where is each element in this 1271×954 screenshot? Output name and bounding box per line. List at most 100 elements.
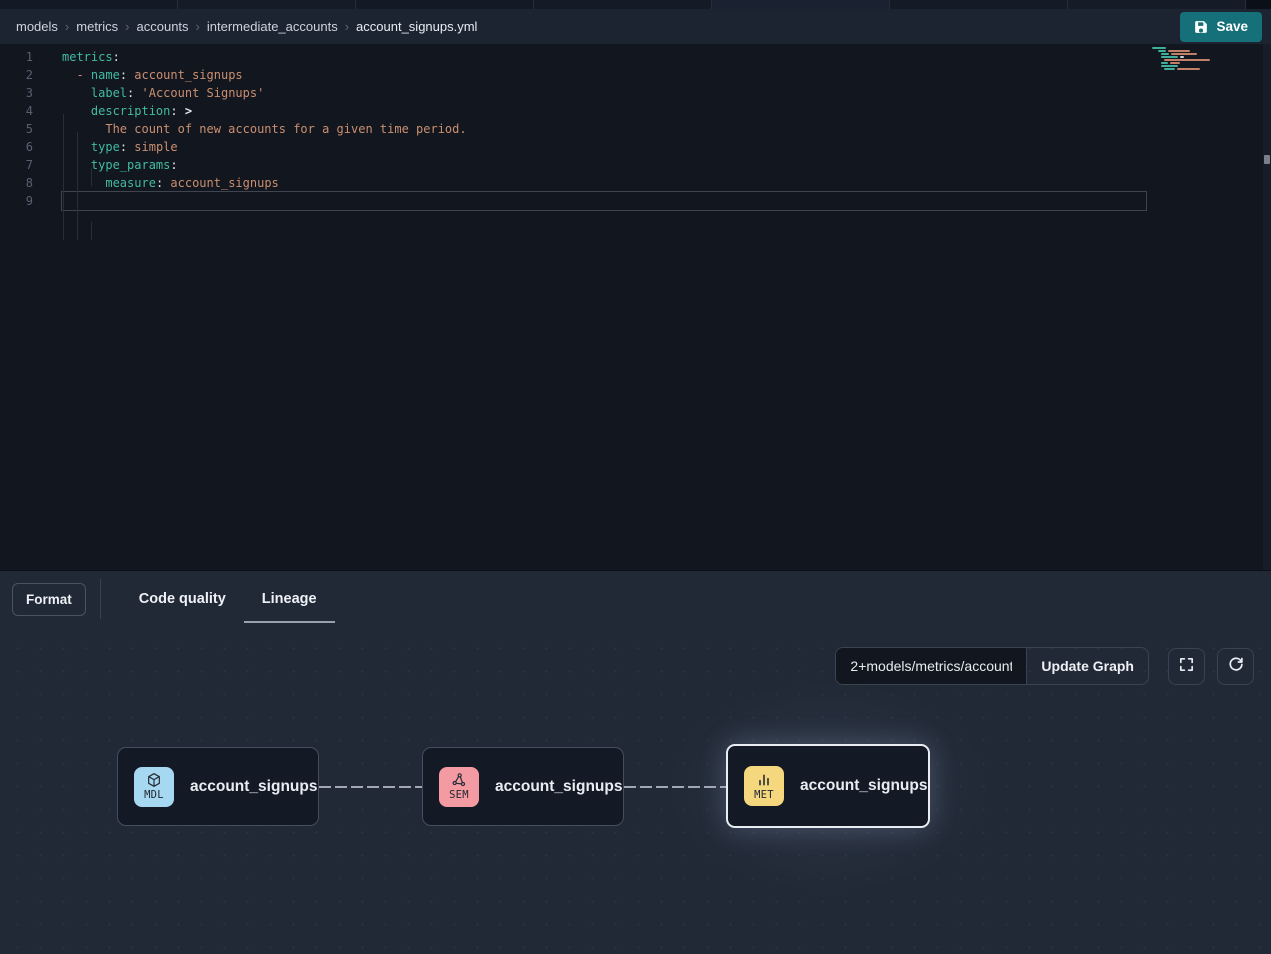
indent-guide	[63, 114, 64, 240]
indent-guide	[77, 132, 78, 240]
tab-lineage[interactable]: Lineage	[244, 571, 335, 627]
line-number: 2	[0, 66, 33, 84]
code-text: measure: account_signups	[33, 174, 279, 192]
indent-guide	[91, 222, 92, 240]
minimap-row	[1152, 68, 1212, 70]
code-line[interactable]: 4 description: >	[0, 102, 1271, 120]
lineage-node-semantic-model[interactable]: SEM account_signups	[422, 747, 624, 826]
top-tab-segment[interactable]	[0, 0, 178, 9]
model-badge-label: MDL	[144, 789, 164, 801]
lineage-selector-input[interactable]	[836, 648, 1026, 684]
minimap-row	[1152, 50, 1212, 52]
minimap-segment	[1171, 53, 1197, 55]
selector-group: Update Graph	[835, 647, 1149, 685]
minimap-row	[1152, 53, 1212, 55]
breadcrumb-item[interactable]: models	[16, 19, 58, 34]
code-line[interactable]: 3 label: 'Account Signups'	[0, 84, 1271, 102]
top-tab-segment[interactable]	[534, 0, 712, 9]
semantic-badge-label: SEM	[449, 789, 469, 801]
minimap-segment	[1168, 50, 1190, 52]
model-cube-icon	[146, 772, 162, 788]
minimap-segment	[1180, 56, 1184, 58]
lineage-graph-canvas[interactable]: MDL account_signups SEM account_signups	[0, 627, 1271, 954]
refresh-icon	[1227, 656, 1244, 676]
breadcrumb-chevron-icon: ›	[125, 19, 129, 34]
lineage-node-model[interactable]: MDL account_signups	[117, 747, 319, 826]
code-line[interactable]: 9	[0, 192, 1271, 210]
indent-guide	[91, 168, 92, 186]
top-tab-segment[interactable]	[890, 0, 1068, 9]
code-lines: 1metrics:2 - name: account_signups3 labe…	[0, 48, 1271, 210]
top-tab-segment[interactable]	[1068, 0, 1246, 9]
node-label: account_signups	[495, 778, 622, 796]
code-line[interactable]: 2 - name: account_signups	[0, 66, 1271, 84]
code-line[interactable]: 5 The count of new accounts for a given …	[0, 120, 1271, 138]
save-floppy-icon	[1194, 20, 1208, 34]
minimap-segment	[1152, 47, 1166, 49]
panel-tabs: Code quality Lineage	[121, 571, 335, 627]
line-number: 4	[0, 102, 33, 120]
code-line[interactable]: 6 type: simple	[0, 138, 1271, 156]
minimap-segment	[1177, 68, 1200, 70]
breadcrumb-item[interactable]: accounts	[137, 19, 189, 34]
line-number: 5	[0, 120, 33, 138]
yaml-code-editor[interactable]: 1metrics:2 - name: account_signups3 labe…	[0, 44, 1271, 570]
code-text: description: >	[33, 102, 192, 120]
save-button[interactable]: Save	[1180, 12, 1262, 42]
line-number: 3	[0, 84, 33, 102]
code-text: label: 'Account Signups'	[33, 84, 264, 102]
minimap-row	[1152, 62, 1212, 64]
line-number: 7	[0, 156, 33, 174]
breadcrumb-item[interactable]: account_signups.yml	[356, 19, 477, 34]
fullscreen-icon	[1178, 656, 1195, 676]
save-label: Save	[1216, 19, 1248, 34]
lineage-node-metric-selected[interactable]: MET account_signups	[726, 744, 930, 828]
panel-toolbar: Format Code quality Lineage	[0, 571, 1271, 627]
minimap-segment	[1161, 62, 1168, 64]
code-text: The count of new accounts for a given ti…	[33, 120, 467, 138]
line-number: 1	[0, 48, 33, 66]
code-line[interactable]: 7 type_params:	[0, 156, 1271, 174]
breadcrumb-chevron-icon: ›	[196, 19, 200, 34]
refresh-graph-button[interactable]	[1217, 648, 1254, 685]
minimap-segment	[1161, 56, 1178, 58]
breadcrumb-item[interactable]: intermediate_accounts	[207, 19, 338, 34]
code-line[interactable]: 8 measure: account_signups	[0, 174, 1271, 192]
code-text	[33, 192, 62, 210]
top-tab-segment[interactable]	[712, 0, 890, 9]
breadcrumb-item[interactable]: metrics	[76, 19, 118, 34]
top-tab-segment[interactable]	[356, 0, 534, 9]
format-button[interactable]: Format	[12, 583, 86, 616]
active-line-highlight	[61, 191, 1147, 211]
semantic-network-icon	[451, 772, 467, 788]
editor-minimap[interactable]	[1152, 47, 1212, 70]
top-tab-segment[interactable]	[1246, 0, 1271, 9]
lineage-controls: Update Graph	[835, 647, 1254, 685]
scrollbar-thumb[interactable]	[1264, 155, 1270, 164]
top-tab-segment[interactable]	[178, 0, 356, 9]
editor-scrollbar[interactable]	[1263, 44, 1271, 570]
tab-code-quality[interactable]: Code quality	[121, 571, 244, 627]
metric-bars-icon	[756, 772, 772, 788]
model-badge: MDL	[134, 767, 174, 807]
minimap-segment	[1161, 53, 1169, 55]
code-text: type: simple	[33, 138, 178, 156]
minimap-segment	[1158, 50, 1166, 52]
bottom-panel: Format Code quality Lineage MDL	[0, 570, 1271, 954]
code-line[interactable]: 1metrics:	[0, 48, 1271, 66]
fullscreen-button[interactable]	[1168, 648, 1205, 685]
minimap-segment	[1161, 65, 1178, 67]
semantic-badge: SEM	[439, 767, 479, 807]
update-graph-button[interactable]: Update Graph	[1026, 648, 1148, 684]
code-text: type_params:	[33, 156, 178, 174]
metric-badge-label: MET	[754, 789, 774, 801]
breadcrumb: models › metrics › accounts › intermediate_acc…	[16, 19, 1180, 34]
node-label: account_signups	[190, 778, 317, 796]
line-number: 8	[0, 174, 33, 192]
breadcrumb-bar: models › metrics › accounts › intermediate_acc…	[0, 9, 1271, 44]
line-number: 6	[0, 138, 33, 156]
top-tab-strip	[0, 0, 1271, 9]
breadcrumb-chevron-icon: ›	[345, 19, 349, 34]
minimap-row	[1152, 47, 1212, 49]
code-text: metrics:	[33, 48, 120, 66]
